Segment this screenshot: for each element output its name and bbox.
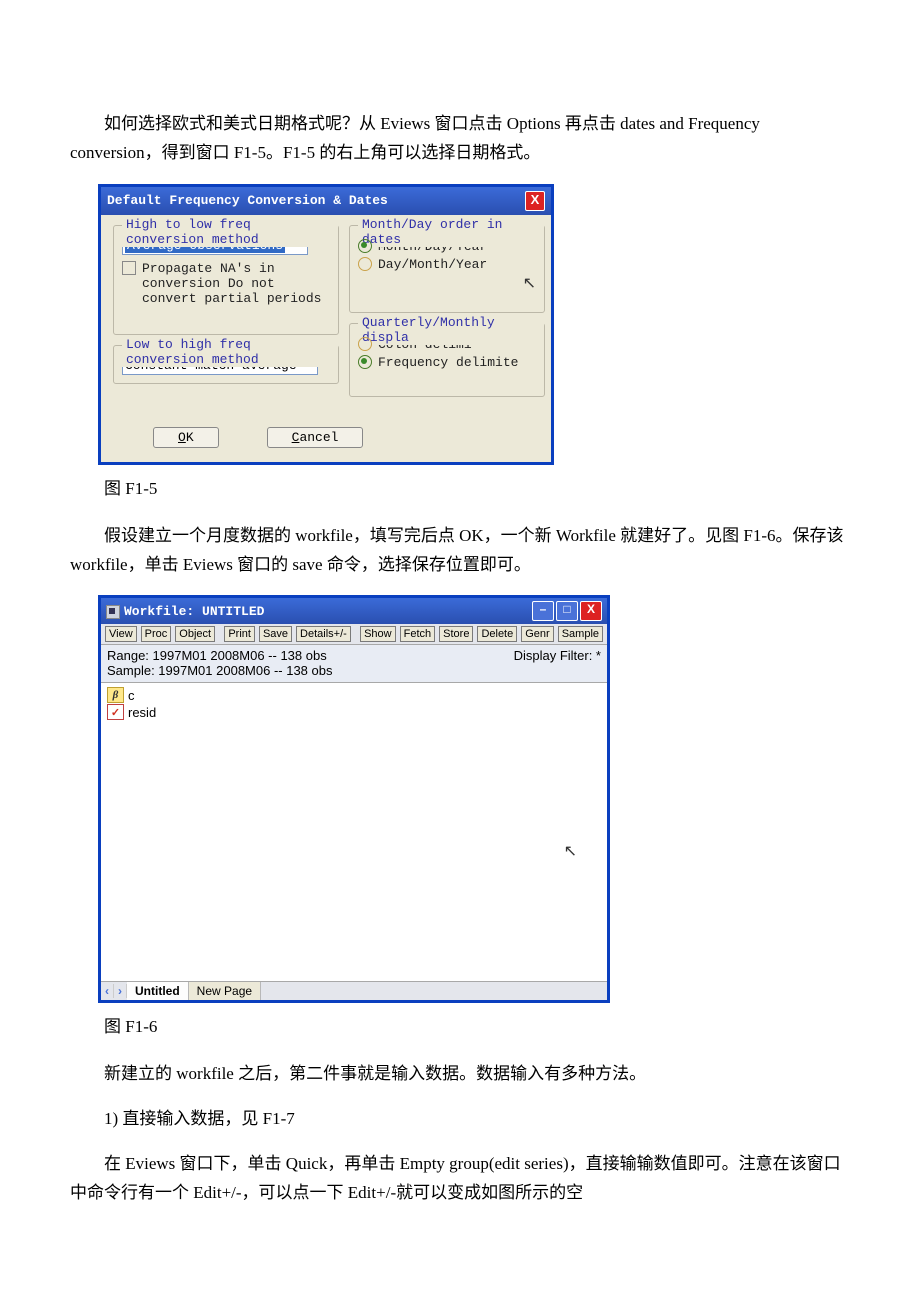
- ok-button[interactable]: OK: [153, 427, 219, 448]
- group-label: Quarterly/Monthly displa: [358, 315, 544, 345]
- dialog-title: Default Frequency Conversion & Dates: [107, 193, 388, 208]
- cancel-button[interactable]: Cancel: [267, 427, 364, 448]
- tab-next[interactable]: ›: [114, 984, 127, 998]
- cursor-icon: ↖: [564, 841, 577, 861]
- propagate-na-checkbox[interactable]: [122, 261, 136, 275]
- object-c[interactable]: β c: [107, 687, 601, 703]
- toolbar-delete[interactable]: Delete: [477, 626, 517, 642]
- group-label: Low to high freq conversion method: [122, 337, 338, 367]
- sample-text: Sample: 1997M01 2008M06 -- 138 obs: [107, 663, 332, 678]
- toolbar-save[interactable]: Save: [259, 626, 292, 642]
- toolbar-proc[interactable]: Proc: [141, 626, 172, 642]
- toolbar-object[interactable]: Object: [175, 626, 215, 642]
- range-text: Range: 1997M01 2008M06 -- 138 obs: [107, 648, 332, 663]
- figure-caption: 图 F1-6: [70, 1013, 850, 1042]
- paragraph: 如何选择欧式和美式日期格式呢？从 Eviews 窗口点击 Options 再点击…: [70, 110, 850, 168]
- paragraph: 假设建立一个月度数据的 workfile，填写完后点 OK，一个新 Workfi…: [70, 522, 850, 580]
- tab-untitled[interactable]: Untitled: [127, 982, 189, 1000]
- colon-delim-radio[interactable]: [358, 337, 372, 351]
- close-icon[interactable]: X: [580, 601, 602, 621]
- display-filter: Display Filter: *: [514, 648, 601, 678]
- close-icon[interactable]: X: [525, 191, 545, 211]
- radio-label: Frequency delimite: [378, 355, 518, 370]
- day-month-year-radio[interactable]: [358, 257, 372, 271]
- cursor-icon: ↖: [523, 275, 536, 292]
- maximize-icon[interactable]: □: [556, 601, 578, 621]
- window-title: Workfile: UNTITLED: [124, 604, 264, 619]
- toolbar-store[interactable]: Store: [439, 626, 473, 642]
- radio-label: Day/Month/Year: [378, 257, 487, 272]
- paragraph: 1) 直接输入数据，见 F1-7: [70, 1105, 850, 1134]
- group-label: High to low freq conversion method: [122, 217, 338, 247]
- toolbar-view[interactable]: View: [105, 626, 137, 642]
- toolbar-details[interactable]: Details+/-: [296, 626, 351, 642]
- group-label: Month/Day order in dates: [358, 217, 544, 247]
- paragraph: 新建立的 workfile 之后，第二件事就是输入数据。数据输入有多种方法。: [70, 1060, 850, 1089]
- toolbar: View Proc Object Print Save Details+/- S…: [101, 624, 607, 645]
- month-day-year-radio[interactable]: [358, 239, 372, 253]
- freq-conversion-dialog: Default Frequency Conversion & Dates X H…: [98, 184, 554, 465]
- figure-caption: 图 F1-5: [70, 475, 850, 504]
- tab-prev[interactable]: ‹: [101, 984, 114, 998]
- checkbox-label: Propagate NA's in conversion Do not conv…: [142, 261, 321, 306]
- paragraph: 在 Eviews 窗口下，单击 Quick，再单击 Empty group(ed…: [70, 1150, 850, 1208]
- app-icon: [106, 605, 120, 619]
- toolbar-sample[interactable]: Sample: [558, 626, 603, 642]
- series-icon: ✓: [107, 704, 124, 720]
- toolbar-print[interactable]: Print: [224, 626, 255, 642]
- freq-delim-radio[interactable]: [358, 355, 372, 369]
- object-resid[interactable]: ✓ resid: [107, 704, 601, 720]
- toolbar-genr[interactable]: Genr: [521, 626, 553, 642]
- tab-new-page[interactable]: New Page: [189, 982, 261, 1000]
- toolbar-fetch[interactable]: Fetch: [400, 626, 436, 642]
- minimize-icon[interactable]: –: [532, 601, 554, 621]
- toolbar-show[interactable]: Show: [360, 626, 396, 642]
- coef-icon: β: [107, 687, 124, 703]
- workfile-window: Workfile: UNTITLED – □ X View Proc Objec…: [98, 595, 610, 1003]
